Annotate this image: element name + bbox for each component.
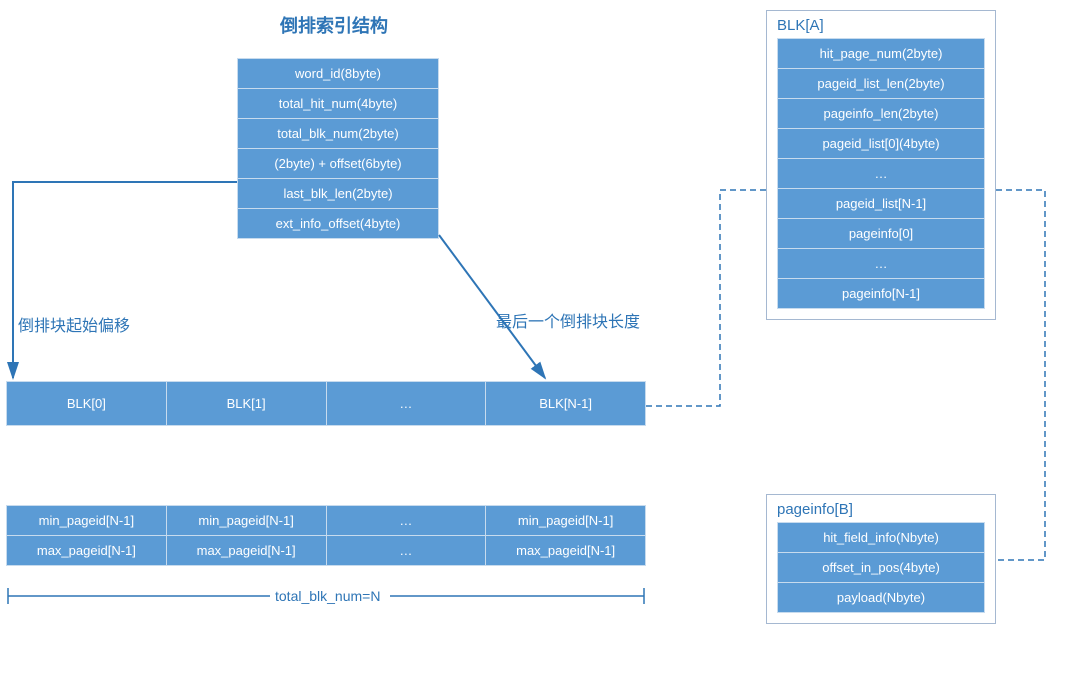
- blk-detail-6: pageinfo[0]: [777, 219, 985, 249]
- blk-detail-8: pageinfo[N-1]: [777, 279, 985, 309]
- pageid-grid: min_pageid[N-1] min_pageid[N-1] … min_pa…: [6, 505, 646, 566]
- min-pageid-n1: min_pageid[N-1]: [486, 505, 646, 536]
- max-pageid-n1: max_pageid[N-1]: [486, 535, 646, 566]
- max-pageid-ellipsis: …: [327, 535, 487, 566]
- label-start-offset: 倒排块起始偏移: [18, 312, 130, 336]
- index-field-word-id: word_id(8byte): [237, 58, 439, 89]
- blk-cell-ellipsis: …: [327, 381, 487, 426]
- blk-detail-4: …: [777, 159, 985, 189]
- index-struct-stack: word_id(8byte) total_hit_num(4byte) tota…: [237, 58, 439, 239]
- blk-detail-box: BLK[A] hit_page_num(2byte) pageid_list_l…: [766, 10, 996, 320]
- min-pageid-0: min_pageid[N-1]: [6, 505, 167, 536]
- blk-detail-title: BLK[A]: [777, 17, 985, 34]
- blk-detail-1: pageid_list_len(2byte): [777, 69, 985, 99]
- blk-detail-2: pageinfo_len(2byte): [777, 99, 985, 129]
- pageinfo-detail-2: payload(Nbyte): [777, 583, 985, 613]
- pageinfo-detail-box: pageinfo[B] hit_field_info(Nbyte) offset…: [766, 494, 996, 624]
- index-field-last-blk-len: last_blk_len(2byte): [237, 179, 439, 209]
- blk-detail-3: pageid_list[0](4byte): [777, 129, 985, 159]
- pageinfo-detail-0: hit_field_info(Nbyte): [777, 522, 985, 553]
- title-inverted-index: 倒排索引结构: [280, 12, 388, 38]
- blk-detail-5: pageid_list[N-1]: [777, 189, 985, 219]
- blk-detail-7: …: [777, 249, 985, 279]
- pageinfo-detail-title: pageinfo[B]: [777, 501, 985, 518]
- pageinfo-detail-1: offset_in_pos(4byte): [777, 553, 985, 583]
- label-last-blk-len: 最后一个倒排块长度: [493, 312, 643, 334]
- index-field-total-hit-num: total_hit_num(4byte): [237, 89, 439, 119]
- max-pageid-1: max_pageid[N-1]: [167, 535, 327, 566]
- index-field-offset: (2byte) + offset(6byte): [237, 149, 439, 179]
- min-pageid-1: min_pageid[N-1]: [167, 505, 327, 536]
- blk-detail-0: hit_page_num(2byte): [777, 38, 985, 69]
- label-total-blk-num: total_blk_num=N: [275, 588, 380, 604]
- index-field-total-blk-num: total_blk_num(2byte): [237, 119, 439, 149]
- blk-cell-n1: BLK[N-1]: [486, 381, 646, 426]
- min-pageid-ellipsis: …: [327, 505, 487, 536]
- index-field-ext-info-offset: ext_info_offset(4byte): [237, 209, 439, 239]
- blk-cell-1: BLK[1]: [167, 381, 327, 426]
- blk-row: BLK[0] BLK[1] … BLK[N-1]: [6, 381, 646, 426]
- max-pageid-0: max_pageid[N-1]: [6, 535, 167, 566]
- blk-cell-0: BLK[0]: [6, 381, 167, 426]
